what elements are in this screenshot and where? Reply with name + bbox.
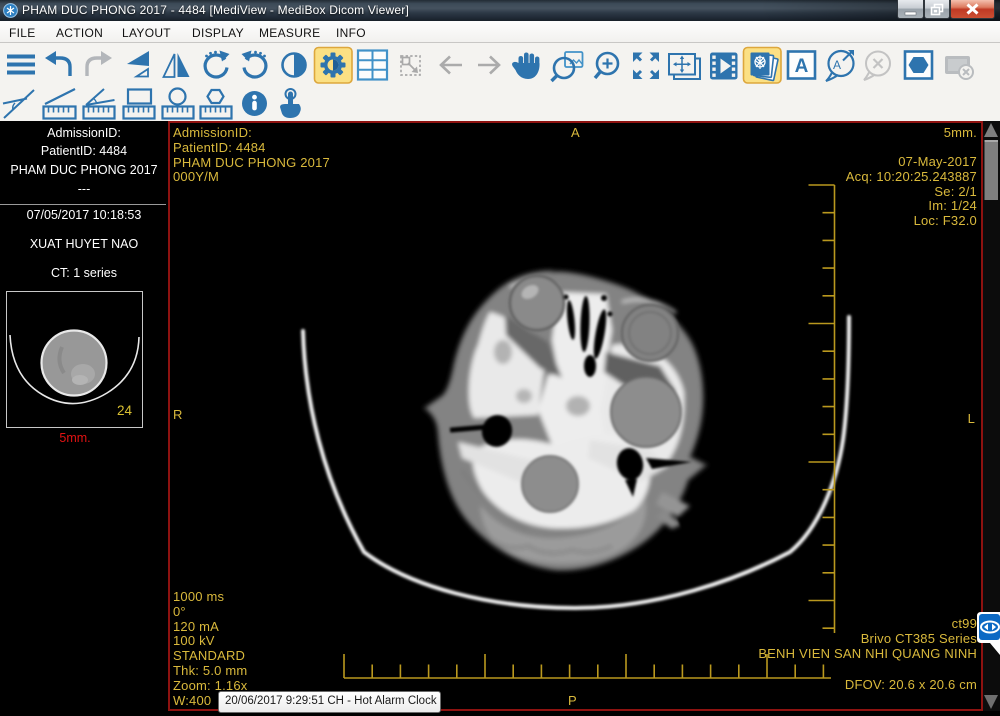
- svg-text:24: 24: [117, 403, 133, 418]
- svg-text:A: A: [795, 56, 809, 77]
- svg-text:A: A: [833, 58, 841, 72]
